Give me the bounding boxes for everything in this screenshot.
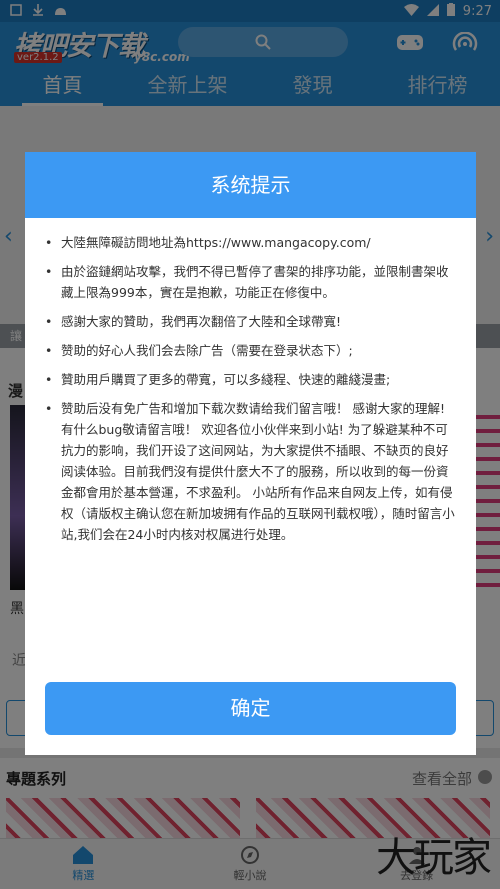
- system-notice-dialog: 系统提示 大陸無障礙訪問地址為https://www.mangacopy.com…: [25, 152, 476, 755]
- confirm-button[interactable]: 确定: [45, 682, 456, 735]
- dialog-title: 系统提示: [25, 152, 476, 218]
- watermark: 大玩家: [376, 835, 492, 881]
- notice-item: 由於盜鏈網站攻擊，我們不得已暫停了書架的排序功能，並限制書架收藏上限為999本，…: [45, 261, 456, 303]
- notice-item: 赞助的好心人我们会去除广告（需要在登录状态下）;: [45, 340, 456, 361]
- dialog-body: 大陸無障礙訪問地址為https://www.mangacopy.com/ 由於盜…: [25, 218, 476, 545]
- notice-item: 感謝大家的贊助，我們再次翻倍了大陸和全球帶寬!: [45, 311, 456, 332]
- notice-item: 大陸無障礙訪問地址為https://www.mangacopy.com/: [45, 232, 456, 253]
- notice-item: 赞助后没有免广告和增加下载次数请给我们留言哦！ 感谢大家的理解! 有什么bug敬…: [45, 398, 456, 545]
- notice-item: 贊助用戶購買了更多的帶寬，可以多綫程、快速的離綫漫畫;: [45, 369, 456, 390]
